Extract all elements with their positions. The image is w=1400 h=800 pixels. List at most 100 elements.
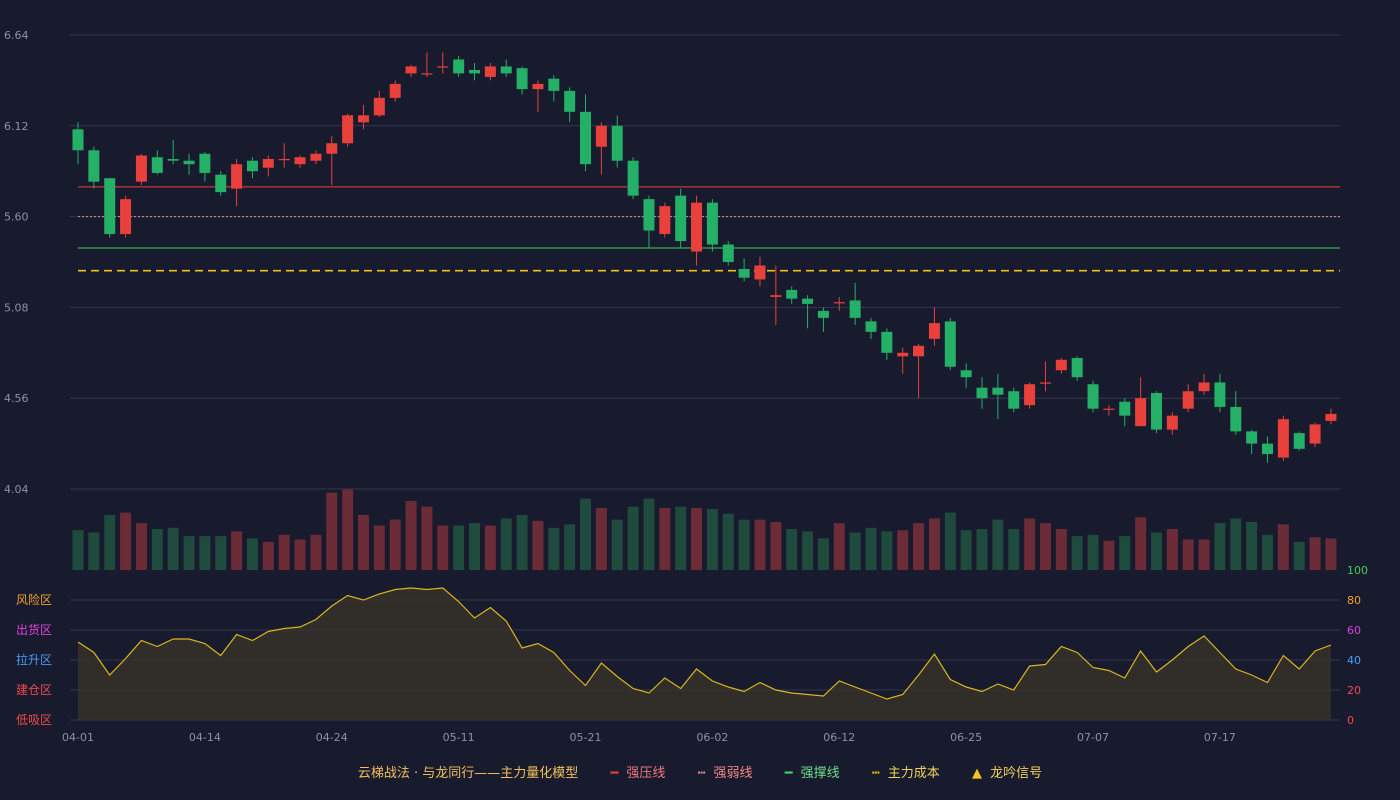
candle-body [389,83,401,98]
candle-body [421,73,433,75]
candle-body [1246,431,1258,444]
volume-bar [706,509,718,570]
volume-bar [627,506,639,570]
candle-body [611,125,623,161]
legend-strong-press[interactable]: ━ 强压线 [610,762,665,781]
candle-body [706,202,718,245]
legend-main-cost[interactable]: ┅ 主力成本 [872,762,940,781]
candle-body [532,83,544,90]
legend-strong-press-label: 强压线 [626,766,666,781]
volume-bar [231,531,243,570]
candle-body [817,310,829,318]
candle-body [1055,359,1067,371]
volume-bar [1182,539,1194,570]
candle-body [231,164,243,189]
volume-bar [833,523,845,570]
indicator-tick-label: 100 [1347,564,1368,577]
volume-bar [992,519,1004,570]
volume-bar [135,523,147,570]
candle-body [326,143,338,154]
price-tick-label: 4.04 [4,483,29,496]
legend-weak[interactable]: ┅ 强弱线 [698,762,753,781]
candle-body [437,66,449,68]
candle-body [1119,401,1131,416]
volume-bar [1119,536,1131,570]
volume-bar [278,534,290,570]
candle-body [262,158,274,168]
volume-bar [199,536,211,570]
price-tick-label: 6.12 [4,120,29,133]
candle-body [976,387,988,399]
price-tick-label: 5.60 [4,211,29,224]
candle-body [1150,392,1162,430]
volume-bar [484,525,496,570]
price-axis: 6.64 6.12 5.60 5.08 4.56 4.04 [4,29,29,496]
candle-body [1087,384,1099,409]
volume-bar [659,507,671,570]
candle-body [1182,391,1194,409]
volume-bar [1230,518,1242,570]
volume-bar [1309,537,1321,570]
candle-body [691,202,703,252]
date-tick-label: 04-01 [62,731,94,744]
volume-bar [373,525,385,570]
candle-body [469,69,480,74]
volume-bar [1008,529,1020,570]
triangle-signal-icon: ▲ [971,766,982,781]
weak-swatch-icon: ┅ [697,766,706,781]
stock-chart: 6.64 6.12 5.60 5.08 4.56 4.04 100 80 60 40 20 0 风险区… [4,29,1368,744]
candle-body [1277,419,1289,458]
zone-label: 风险区 [16,592,52,607]
legend-signal-label: 龙吟信号 [990,766,1043,781]
volume-bar [976,529,988,570]
volume-bar [865,527,877,570]
volume-bar [453,525,465,570]
volume-bar [389,519,401,570]
candle-body [310,153,322,161]
indicator-tick-label: 80 [1347,594,1361,607]
volume-bar [944,512,956,570]
legend-support[interactable]: ━ 强撑线 [785,762,840,781]
date-tick-label: 04-14 [189,731,221,744]
volume-bar [72,530,84,570]
volume-bar [548,527,560,570]
indicator-tick-label: 40 [1347,654,1361,667]
candle-body [659,206,671,235]
volume-bar [1325,538,1337,570]
candle-body [104,178,116,235]
legend-title: 云梯战法 · 与龙同行——主力量化模型 [357,766,579,781]
candle-body [738,268,750,278]
candle-body [928,323,940,339]
legend-weak-label: 强弱线 [713,766,753,781]
date-tick-label: 05-11 [443,731,475,744]
volume-bar [770,521,782,570]
volume-bar [1087,534,1099,570]
candle-body [992,387,1004,395]
zone-label: 低吸区 [16,713,52,727]
candle-body [786,289,798,299]
candle-body [627,160,639,196]
volume-bar [849,532,861,570]
volume-bar [120,512,132,570]
volume-bar [357,514,369,570]
legend-signal[interactable]: ▲ 龙吟信号 [972,762,1042,781]
volume-bar [595,507,607,570]
volume-bar [151,529,163,570]
zone-label: 出货区 [16,622,52,637]
date-tick-label: 04-24 [316,731,348,744]
indicator-tick-label: 60 [1347,624,1361,637]
volume-bar [1103,540,1115,570]
candle-body [484,66,496,77]
volume-bar [1055,529,1067,570]
candle-body [357,115,369,123]
price-tick-label: 6.64 [4,29,29,42]
candle-body [960,370,972,378]
volume-bar [246,538,258,570]
candle-body [944,321,956,367]
candle-body [1024,384,1036,406]
volume-bars [72,489,1337,570]
volume-bar [405,500,417,570]
candlesticks [72,52,1337,463]
volume-bar [532,520,544,570]
volume-bar [881,531,893,570]
